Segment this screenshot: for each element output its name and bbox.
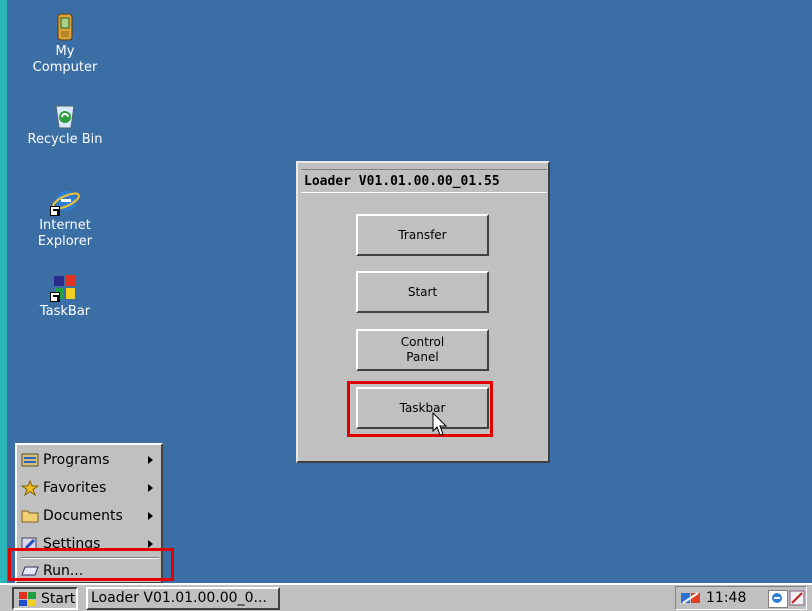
desktop-tray-icon[interactable] bbox=[789, 590, 805, 606]
network-icon[interactable] bbox=[680, 590, 700, 606]
desktop-icon-taskbar[interactable]: TaskBar bbox=[15, 272, 115, 320]
my-computer-icon bbox=[50, 12, 80, 42]
menu-item-label: Programs bbox=[43, 452, 110, 468]
desktop-icon-internet-explorer[interactable]: Internet Explorer bbox=[15, 186, 115, 250]
submenu-arrow-icon bbox=[148, 484, 153, 492]
documents-folder-icon bbox=[21, 508, 39, 524]
menu-item-label: Documents bbox=[43, 508, 123, 524]
taskbar-task-loader[interactable]: Loader V01.01.00.00_0... bbox=[86, 587, 280, 610]
loader-window-title: Loader V01.01.00.00_01.55 bbox=[301, 169, 547, 193]
recycle-bin-icon bbox=[50, 100, 80, 130]
submenu-arrow-icon bbox=[148, 456, 153, 464]
windows-flag-icon bbox=[16, 591, 38, 607]
desktop-icon-recycle-bin[interactable]: Recycle Bin bbox=[15, 100, 115, 148]
desktop: My Computer Recycle Bin Internet Explore… bbox=[0, 0, 812, 583]
favorites-star-icon bbox=[20, 479, 40, 497]
start-menu-button[interactable]: Start bbox=[12, 587, 78, 610]
menu-item-programs[interactable]: Programs bbox=[21, 448, 161, 472]
desktop-icon-label: TaskBar bbox=[39, 304, 91, 319]
menu-item-documents[interactable]: Documents bbox=[21, 504, 161, 528]
control-panel-button[interactable]: Control Panel bbox=[356, 329, 489, 371]
submenu-arrow-icon bbox=[148, 540, 153, 548]
shortcut-arrow-icon bbox=[50, 206, 60, 216]
mouse-cursor-icon bbox=[432, 412, 448, 436]
desktop-icon-label: My Computer bbox=[32, 44, 98, 75]
ie-tray-icon[interactable] bbox=[768, 590, 788, 608]
run-item-highlight bbox=[8, 548, 174, 581]
taskbar: Start Loader V01.01.00.00_0... 11:48 bbox=[0, 583, 812, 611]
system-tray: 11:48 bbox=[675, 586, 807, 610]
desktop-icon-label: Internet Explorer bbox=[37, 218, 93, 249]
programs-icon bbox=[21, 452, 39, 468]
clock[interactable]: 11:48 bbox=[706, 590, 746, 606]
shortcut-arrow-icon bbox=[50, 292, 60, 302]
taskbar-button-highlight bbox=[347, 381, 493, 437]
start-label: Start bbox=[41, 590, 76, 607]
transfer-button[interactable]: Transfer bbox=[356, 214, 489, 256]
menu-item-favorites[interactable]: Favorites bbox=[20, 476, 161, 500]
submenu-arrow-icon bbox=[148, 512, 153, 520]
internet-explorer-icon bbox=[50, 186, 80, 216]
desktop-icon-my-computer[interactable]: My Computer bbox=[15, 12, 115, 76]
desktop-icon-label: Recycle Bin bbox=[27, 132, 103, 147]
menu-item-label: Favorites bbox=[43, 480, 107, 496]
start-button[interactable]: Start bbox=[356, 271, 489, 313]
taskbar-icon bbox=[50, 272, 80, 302]
